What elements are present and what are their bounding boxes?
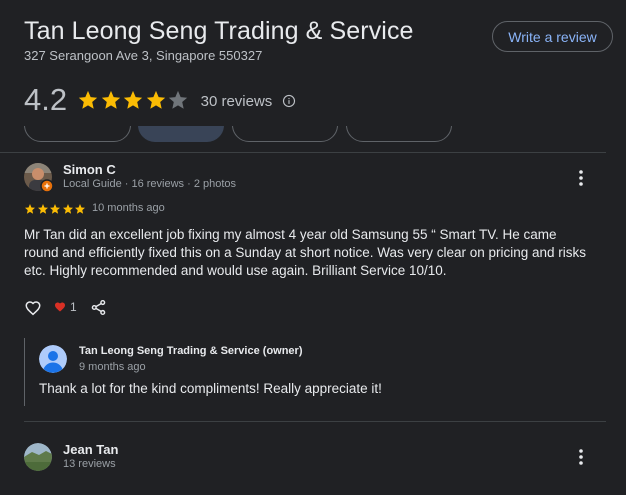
sort-chip[interactable] — [24, 126, 131, 142]
divider — [24, 421, 606, 422]
more-vert-icon[interactable] — [573, 447, 589, 467]
sort-chip[interactable] — [232, 126, 338, 142]
star-full-icon — [78, 90, 98, 109]
like-button[interactable] — [24, 299, 42, 317]
review-text: Mr Tan did an excellent job fixing my al… — [24, 227, 587, 278]
owner-reply-date: 9 months ago — [79, 361, 146, 373]
avatar-photo — [24, 163, 54, 193]
star-full-icon — [75, 204, 85, 214]
star-full-icon — [123, 90, 143, 109]
review-stars — [24, 203, 87, 215]
star-full-icon — [50, 204, 60, 214]
like-count: 1 — [70, 300, 77, 314]
owner-avatar — [39, 345, 67, 373]
reviewer-meta: 13 reviews — [63, 458, 116, 470]
share-icon — [91, 299, 106, 316]
heart-outline-icon — [25, 301, 41, 316]
review-sort-chips — [24, 126, 464, 144]
sort-chip-selected[interactable] — [138, 126, 224, 142]
reviewer-name[interactable]: Simon C — [63, 162, 116, 177]
info-icon[interactable] — [282, 94, 296, 108]
reviewer-name[interactable]: Jean Tan — [63, 442, 118, 457]
share-button[interactable] — [90, 299, 107, 316]
divider — [0, 152, 606, 153]
star-full-icon — [37, 204, 48, 214]
rating-stars — [77, 89, 190, 111]
review-date: 10 months ago — [92, 202, 165, 214]
like-count-badge[interactable]: 1 — [54, 300, 77, 314]
heart-filled-icon — [55, 302, 65, 312]
reviews-panel: Tan Leong Seng Trading & Service 327 Ser… — [0, 0, 626, 495]
star-full-icon — [146, 90, 165, 109]
more-vert-icon[interactable] — [573, 168, 589, 188]
sort-chip[interactable] — [346, 126, 452, 142]
star-full-icon — [62, 204, 73, 214]
rating-value: 4.2 — [24, 82, 68, 117]
write-review-button[interactable]: Write a review — [492, 21, 613, 52]
star-full-icon — [25, 204, 35, 214]
reviewer-avatar[interactable] — [24, 163, 54, 193]
rating-summary: 4.2 30 reviews — [24, 82, 296, 118]
owner-name: Tan Leong Seng Trading & Service (owner) — [79, 345, 303, 357]
avatar-photo — [24, 443, 52, 471]
business-name: Tan Leong Seng Trading & Service — [24, 17, 414, 45]
reviewer-meta: Local Guide · 16 reviews · 2 photos — [63, 178, 237, 190]
owner-reply-text: Thank a lot for the kind compliments! Re… — [39, 381, 382, 396]
star-empty-icon — [168, 90, 188, 109]
owner-reply-bar — [24, 338, 25, 406]
reviewer-avatar[interactable] — [24, 443, 52, 471]
star-full-icon — [101, 90, 120, 109]
business-address: 327 Serangoon Ave 3, Singapore 550327 — [24, 48, 263, 63]
review-count[interactable]: 30 reviews — [201, 93, 273, 110]
person-icon — [39, 345, 67, 373]
